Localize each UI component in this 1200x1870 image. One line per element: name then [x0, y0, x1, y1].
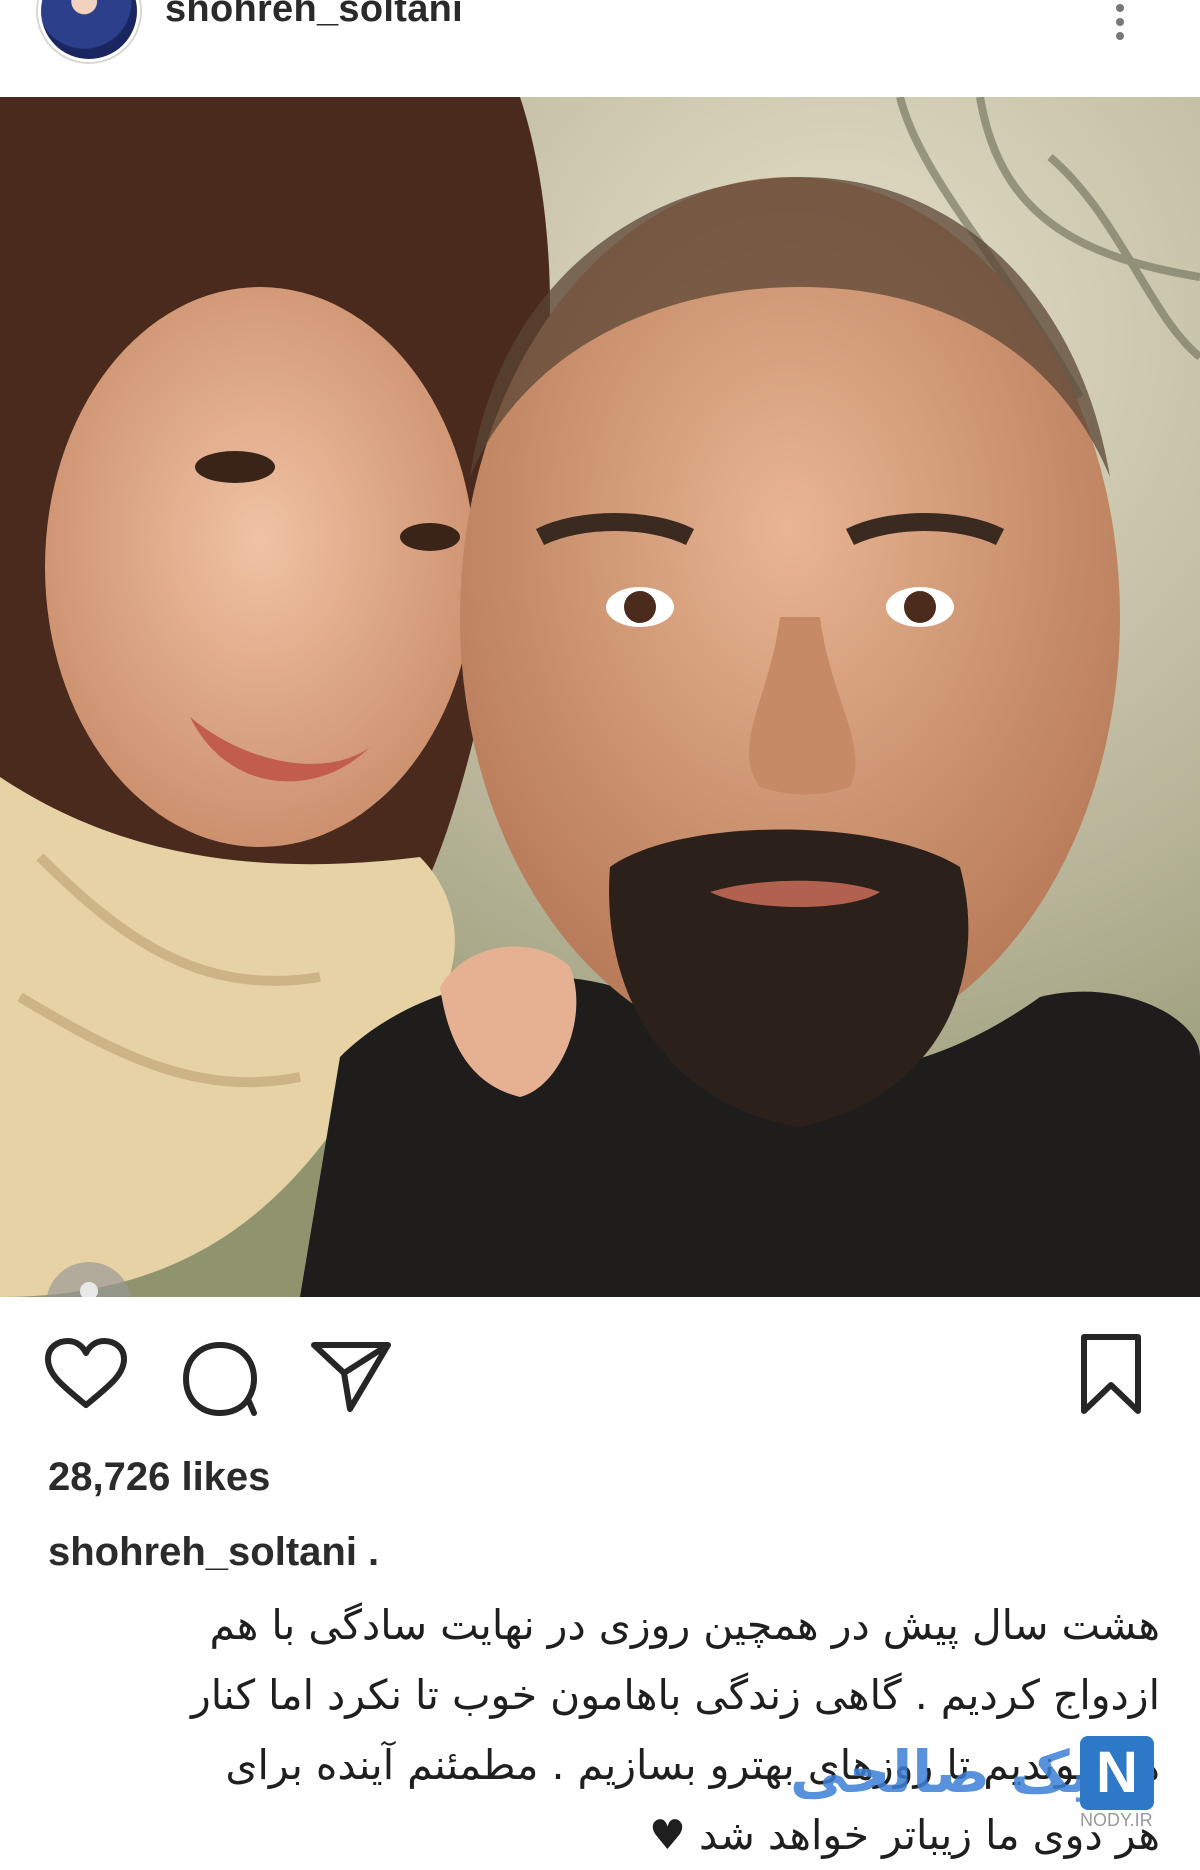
more-vertical-icon[interactable] — [1110, 0, 1130, 40]
post-photo[interactable] — [0, 97, 1200, 1297]
heart-icon[interactable] — [44, 1337, 128, 1411]
action-bar — [0, 1297, 1200, 1447]
header-username[interactable]: shohreh_soltani — [165, 0, 463, 31]
watermark: نیک صالحی N NODY.IR — [780, 1730, 1200, 1832]
caption-line: ازدواج کردیم . گاهی زندگی باهامون خوب تا… — [190, 1671, 1160, 1719]
photo-illustration — [0, 97, 1200, 1297]
watermark-logo: N — [1080, 1736, 1154, 1810]
likes-count[interactable]: 28,726 likes — [48, 1455, 270, 1500]
watermark-site: NODY.IR — [1080, 1810, 1153, 1830]
watermark-text: نیک صالحی — [790, 1738, 1116, 1806]
profile-avatar[interactable] — [38, 0, 140, 62]
send-icon[interactable] — [310, 1337, 392, 1415]
comment-icon[interactable] — [180, 1337, 260, 1417]
caption-username[interactable]: shohreh_soltani . — [48, 1530, 379, 1575]
bookmark-icon[interactable] — [1078, 1333, 1144, 1415]
caption-line: هشت سال پیش در همچین روزی در نهایت سادگی… — [209, 1601, 1160, 1649]
post-header: shohreh_soltani — [0, 0, 1200, 95]
